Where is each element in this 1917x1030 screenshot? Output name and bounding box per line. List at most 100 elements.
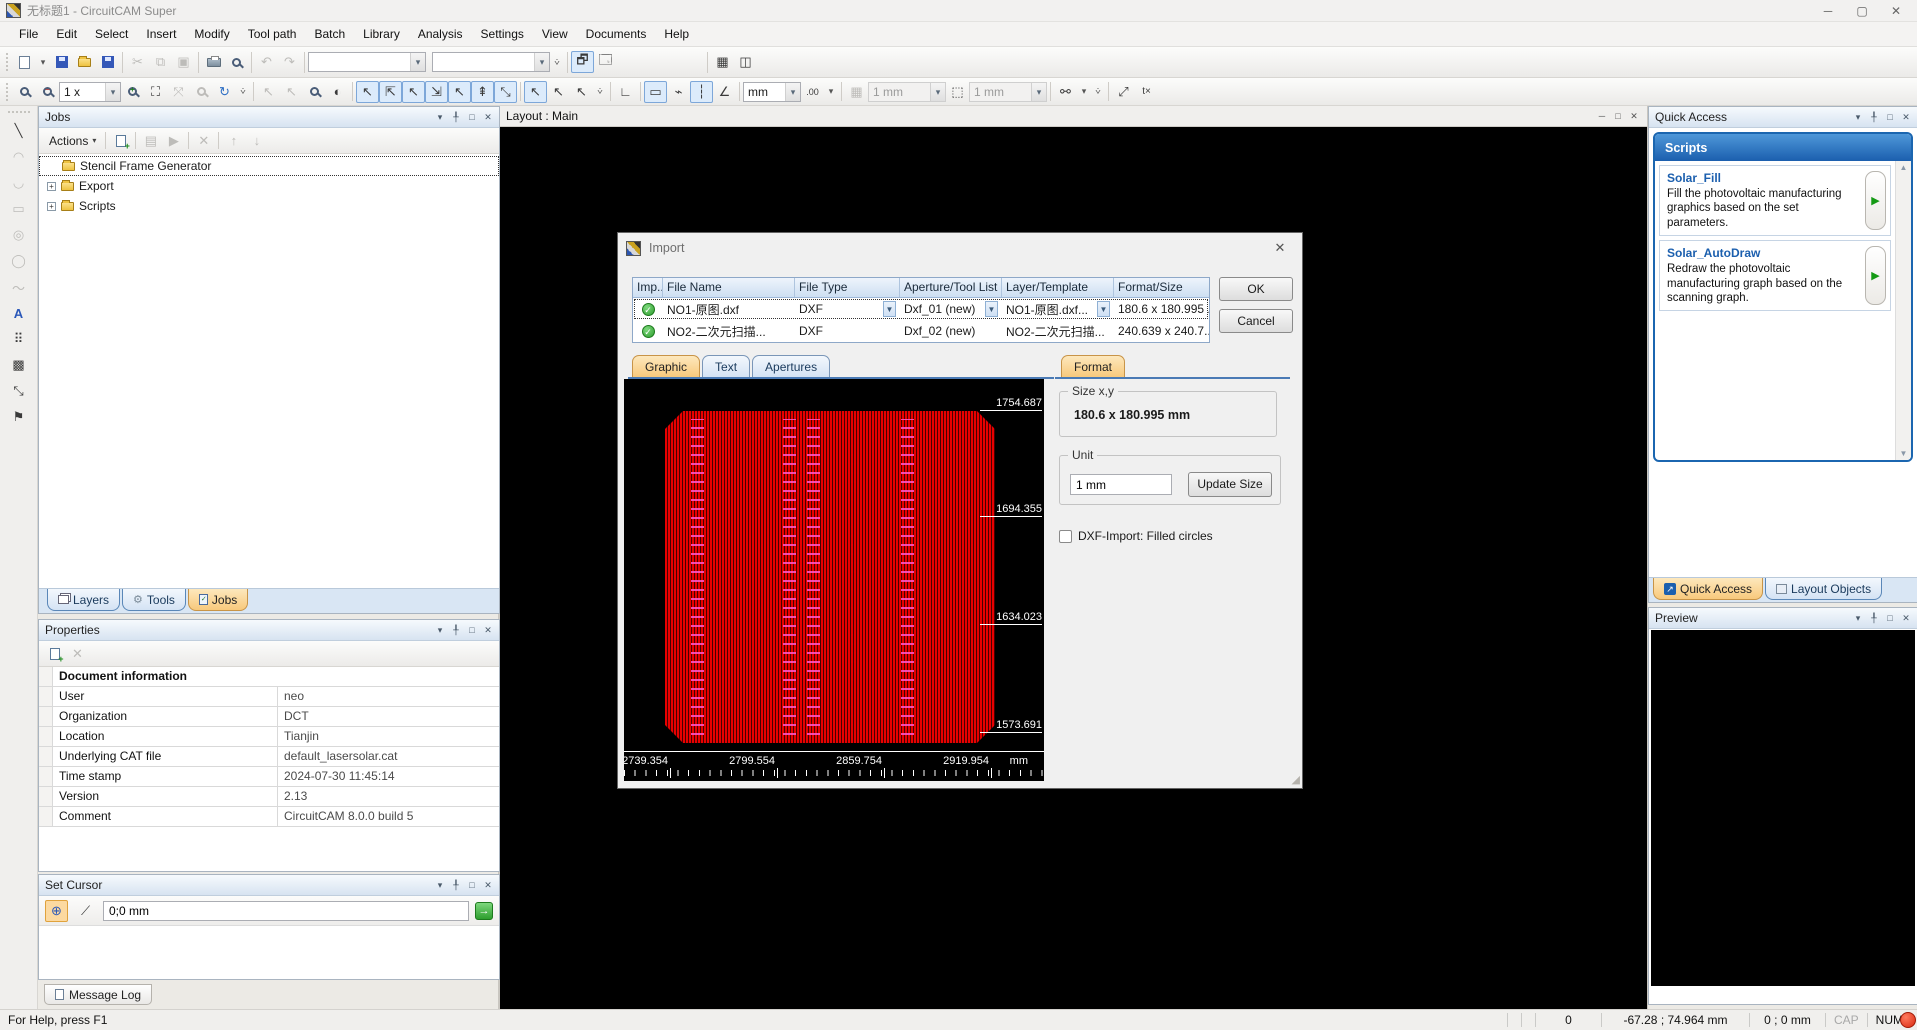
zoom-level-combo[interactable]: 1 x▾ (59, 82, 121, 102)
precision-dropdown[interactable]: ▾ (824, 81, 838, 103)
highlight-toggle-button[interactable]: ◐ (326, 81, 349, 103)
property-row-timestamp[interactable]: Time stamp2024-07-30 11:45:14 (39, 767, 499, 787)
combo-arrow-icon[interactable]: ▾ (410, 53, 425, 71)
polyline-tool-icon[interactable]: 〜 (7, 276, 30, 298)
maximize-button[interactable]: ▢ (1845, 1, 1879, 21)
close-button[interactable]: ✕ (1879, 1, 1913, 21)
redo-button[interactable]: ↷ (278, 51, 301, 73)
edit-job-button[interactable]: ▤ (139, 130, 162, 152)
dropdown-icon[interactable]: ▼ (883, 301, 896, 317)
panel-pin-icon[interactable]: ╀ (449, 622, 463, 639)
new-property-button[interactable] (43, 643, 66, 665)
expand-icon[interactable]: + (47, 182, 56, 191)
select-mode-poly-button[interactable]: ↖ (402, 81, 425, 103)
tab-jobs[interactable]: Jobs (188, 589, 248, 611)
cancel-button[interactable]: Cancel (1219, 309, 1293, 333)
grid-size-combo[interactable]: 1 mm▾ (868, 82, 946, 102)
pick-mode-3-button[interactable]: ↖ (570, 81, 593, 103)
text-scale-button[interactable]: t× (1135, 81, 1158, 103)
move-up-button[interactable]: ↑ (222, 130, 245, 152)
zoom-search-button[interactable] (190, 81, 213, 103)
segment-mode-button[interactable]: ⚯ (1054, 81, 1077, 103)
panel-menu-icon[interactable]: ▾ (1851, 610, 1865, 627)
panel-maximize-icon[interactable]: □ (1883, 109, 1897, 126)
menu-select[interactable]: Select (86, 24, 137, 44)
coordinate-mode-button[interactable]: ∟ (614, 81, 637, 103)
import-dialog-titlebar[interactable]: Import ✕ (618, 233, 1302, 263)
menu-help[interactable]: Help (655, 24, 698, 44)
measure-grid-button[interactable]: ◫ (734, 51, 757, 73)
pane-close-icon[interactable]: ✕ (1627, 108, 1641, 125)
tab-layers[interactable]: Layers (47, 589, 120, 611)
run-script-button[interactable]: ▶ (1865, 171, 1886, 230)
new-file-dropdown[interactable]: ▾ (36, 51, 50, 73)
ok-button[interactable]: OK (1219, 277, 1293, 301)
property-row-location[interactable]: LocationTianjin (39, 727, 499, 747)
paste-button[interactable]: ▣ (172, 51, 195, 73)
checkbox-icon[interactable] (1059, 530, 1072, 543)
menu-library[interactable]: Library (354, 24, 409, 44)
panel-menu-icon[interactable]: ▾ (433, 877, 447, 894)
preview-viewport[interactable] (1651, 630, 1915, 986)
import-enabled-icon[interactable]: ✓ (642, 325, 655, 338)
tree-item-stencil-frame-generator[interactable]: Stencil Frame Generator (39, 156, 499, 176)
toolbar-overflow[interactable]: ⩒ (593, 81, 607, 103)
select-alt-button[interactable]: ↖ (280, 81, 303, 103)
circle-tool-icon[interactable]: ◎ (7, 224, 30, 246)
scripts-scrollbar[interactable]: ▲ ▼ (1895, 161, 1911, 460)
import-enabled-icon[interactable]: ✓ (642, 303, 655, 316)
delete-job-button[interactable]: ✕ (192, 130, 215, 152)
window-layout-button[interactable]: 🗗 (571, 51, 594, 73)
run-job-button[interactable]: ▶ (162, 130, 185, 152)
tab-message-log[interactable]: Message Log (44, 984, 152, 1005)
line-tool-icon[interactable]: ╲ (7, 120, 30, 142)
undo-button[interactable]: ↶ (255, 51, 278, 73)
select-mode-any-button[interactable]: ↖ (356, 81, 379, 103)
panel-close-icon[interactable]: ✕ (1899, 109, 1913, 126)
cursor-position-input[interactable] (103, 901, 469, 921)
panel-close-icon[interactable]: ✕ (1899, 610, 1913, 627)
pick-mode-2-button[interactable]: ↖ (547, 81, 570, 103)
menu-edit[interactable]: Edit (47, 24, 86, 44)
scroll-down-icon[interactable]: ▼ (1900, 449, 1908, 458)
panel-close-icon[interactable]: ✕ (481, 622, 495, 639)
marker-tool-icon[interactable]: ⚑ (7, 406, 30, 428)
save-button[interactable] (96, 51, 119, 73)
select-mode-all-button[interactable]: ⤡ (494, 81, 517, 103)
panel-maximize-icon[interactable]: □ (465, 622, 479, 639)
notification-badge[interactable] (1900, 1012, 1916, 1028)
script-name-link[interactable]: Solar_AutoDraw (1667, 246, 1861, 260)
pane-maximize-icon[interactable]: □ (1611, 108, 1625, 125)
import-row-1[interactable]: ✓ NO1-原图.dxf DXF▼ Dxf_01 (new)▼ NO1-原图.d… (633, 298, 1209, 320)
tab-text[interactable]: Text (702, 355, 750, 377)
jump-to-cursor-button[interactable]: ⟋ (74, 900, 97, 922)
array-tool-icon[interactable]: ⠿ (7, 328, 30, 350)
panel-menu-icon[interactable]: ▾ (1851, 109, 1865, 126)
pattern-tool-icon[interactable]: ▩ (7, 354, 30, 376)
panel-maximize-icon[interactable]: □ (465, 109, 479, 126)
panel-pin-icon[interactable]: ╀ (449, 877, 463, 894)
menu-tool-path[interactable]: Tool path (239, 24, 306, 44)
tab-quick-access[interactable]: ↗ Quick Access (1653, 578, 1763, 600)
menu-modify[interactable]: Modify (185, 24, 238, 44)
ellipse-tool-icon[interactable]: ◯ (7, 250, 30, 272)
align-tools-button[interactable]: ▦ (711, 51, 734, 73)
property-row-organization[interactable]: OrganizationDCT (39, 707, 499, 727)
panel-pin-icon[interactable]: ╀ (1867, 109, 1881, 126)
tab-layout-objects[interactable]: Layout Objects (1765, 578, 1882, 600)
graphic-preview[interactable]: 1754.687 1694.355 1634.023 1573.691 2739… (624, 379, 1044, 781)
menu-view[interactable]: View (533, 24, 577, 44)
tab-apertures[interactable]: Apertures (752, 355, 830, 377)
print-preview-button[interactable] (225, 51, 248, 73)
menu-settings[interactable]: Settings (472, 24, 533, 44)
new-file-button[interactable] (13, 51, 36, 73)
select-mode-rect-button[interactable]: ⇱ (379, 81, 402, 103)
update-size-button[interactable]: Update Size (1188, 472, 1272, 497)
add-job-button[interactable] (109, 130, 132, 152)
precision-button[interactable]: .00 (801, 81, 824, 103)
print-button[interactable] (202, 51, 225, 73)
panel-menu-icon[interactable]: ▾ (433, 109, 447, 126)
save-all-button[interactable] (50, 51, 73, 73)
toolbar-overflow[interactable]: ⩒ (236, 81, 250, 103)
window-new-button[interactable]: 🗔 (594, 51, 617, 73)
